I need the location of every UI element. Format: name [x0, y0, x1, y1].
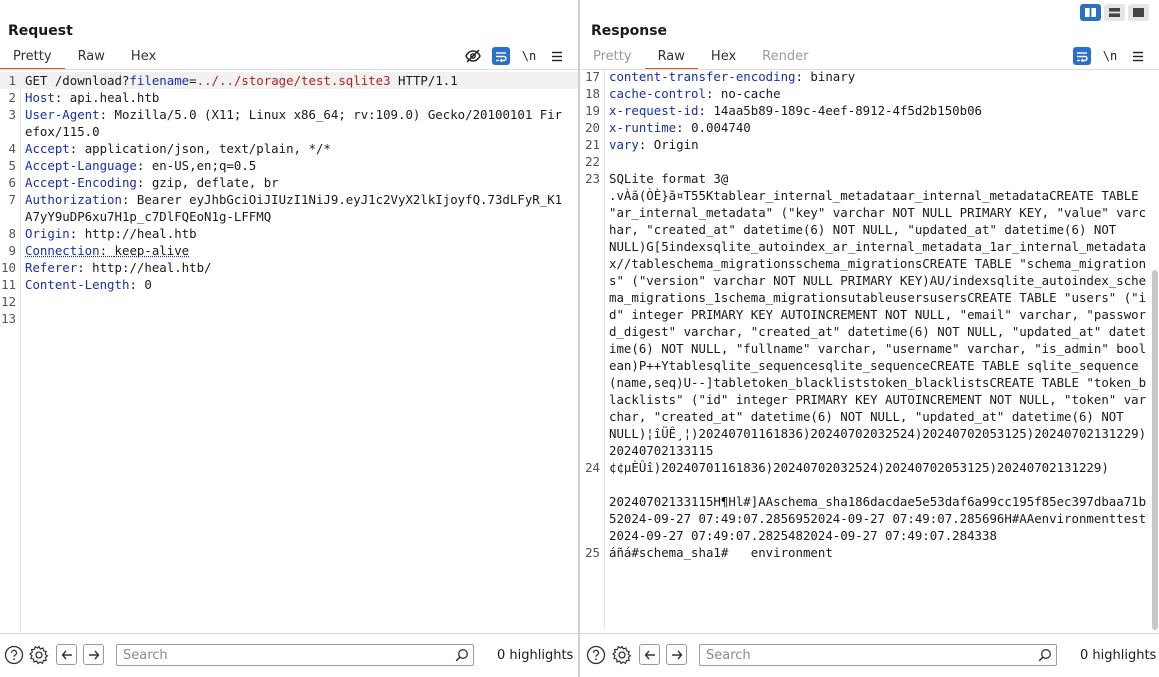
empty-row: 22 [585, 154, 600, 169]
header-row: 19 x-request-id: 14aa5b89-189c-4eef-8912-… [585, 103, 983, 118]
tab-hex[interactable]: Hex [698, 48, 749, 70]
eye-off-icon[interactable] [464, 47, 482, 65]
request-editor[interactable]: 1 GET /download?filename=../../storage/t… [0, 72, 578, 632]
request-line: 1 GET /download?filename=../../storage/t… [0, 72, 578, 89]
highlights-count: 0 highlights [1080, 648, 1157, 663]
tab-render[interactable]: Render [749, 48, 821, 70]
help-icon[interactable] [585, 644, 607, 666]
arrow-left-icon[interactable] [639, 644, 660, 665]
request-toolbar: \n [464, 47, 566, 65]
response-scrollbar[interactable] [1152, 270, 1158, 630]
request-title: Request [8, 23, 73, 39]
search-icon [1038, 648, 1052, 662]
response-editor[interactable]: 17 content-transfer-encoding: binary 18 ca… [580, 68, 1159, 628]
body-row: 25 áñá#schema_sha1# environment [585, 545, 833, 560]
gear-icon[interactable] [28, 644, 50, 666]
header-row: 10 Referer: http://heal.htb/ [1, 260, 212, 275]
wrap-icon[interactable] [1073, 47, 1091, 65]
layout-switcher [1080, 4, 1149, 21]
header-row: 17 content-transfer-encoding: binary [585, 69, 856, 84]
header-row: 5 Accept-Language: en-US,en;q=0.5 [8, 158, 257, 173]
menu-icon[interactable] [548, 47, 566, 65]
header-row: 20 x-runtime: 0.004740 [585, 120, 751, 135]
arrow-right-icon[interactable] [83, 644, 104, 665]
newline-icon[interactable]: \n [520, 47, 538, 65]
layout-split-icon[interactable] [1080, 4, 1101, 21]
request-tabs: Pretty Raw Hex [0, 48, 169, 70]
arrow-right-icon[interactable] [666, 644, 687, 665]
header-row: 18 cache-control: no-cache [585, 86, 781, 101]
tab-raw[interactable]: Raw [65, 48, 118, 70]
gear-icon[interactable] [611, 644, 633, 666]
layout-tabs-icon[interactable] [1128, 4, 1149, 21]
layout-horizontal-icon[interactable] [1104, 4, 1125, 21]
header-row: 8 Origin: http://heal.htb [8, 226, 197, 241]
response-title: Response [591, 23, 668, 39]
empty-row: 12 [1, 294, 16, 309]
header-row: 11 Content-Length: 0 [1, 277, 152, 292]
header-row: 4 Accept: application/json, text/plain, *… [8, 141, 331, 156]
wrap-icon[interactable] [492, 47, 510, 65]
header-row: 9 Connection: keep-alive [8, 243, 190, 258]
header-row: 2 Host: api.heal.htb [8, 90, 160, 105]
tab-pretty[interactable]: Pretty [0, 48, 65, 70]
search-icon [455, 648, 469, 662]
response-footer: 0 highlights [580, 633, 1159, 677]
response-tabs: Pretty Raw Hex Render [580, 48, 821, 70]
body-row: 24 ¢¢µÈÛî)20240701161836)20240702032524)2… [585, 460, 1147, 543]
body-row: 23 SQLite format 3@ .vÀã(ÒÈ}ã¤T55Ktablear… [585, 171, 1147, 458]
help-icon[interactable] [3, 644, 25, 666]
highlights-count: 0 highlights [497, 648, 574, 663]
header-row: 7 Authorization: Bearer eyJhbGciOiJIUzI1N… [8, 192, 563, 224]
request-pane: Request Pretty Raw Hex \n 1 GET /downloa… [0, 0, 578, 677]
arrow-left-icon[interactable] [56, 644, 77, 665]
newline-icon[interactable]: \n [1101, 47, 1119, 65]
header-row: 3 User-Agent: Mozilla/5.0 (X11; Linux x86… [8, 107, 563, 139]
search-input[interactable] [699, 644, 1057, 666]
response-toolbar: \n [1073, 47, 1147, 65]
request-footer: 0 highlights [0, 633, 578, 677]
search-input[interactable] [116, 644, 474, 666]
header-row: 21 vary: Origin [585, 137, 699, 152]
tab-pretty[interactable]: Pretty [580, 48, 645, 70]
header-row: 6 Accept-Encoding: gzip, deflate, br [8, 175, 279, 190]
empty-row: 13 [1, 311, 16, 326]
tab-raw[interactable]: Raw [644, 48, 698, 70]
tab-hex[interactable]: Hex [118, 48, 169, 70]
menu-icon[interactable] [1129, 47, 1147, 65]
response-pane: Response Pretty Raw Hex Render \n 17 cont… [580, 0, 1159, 677]
